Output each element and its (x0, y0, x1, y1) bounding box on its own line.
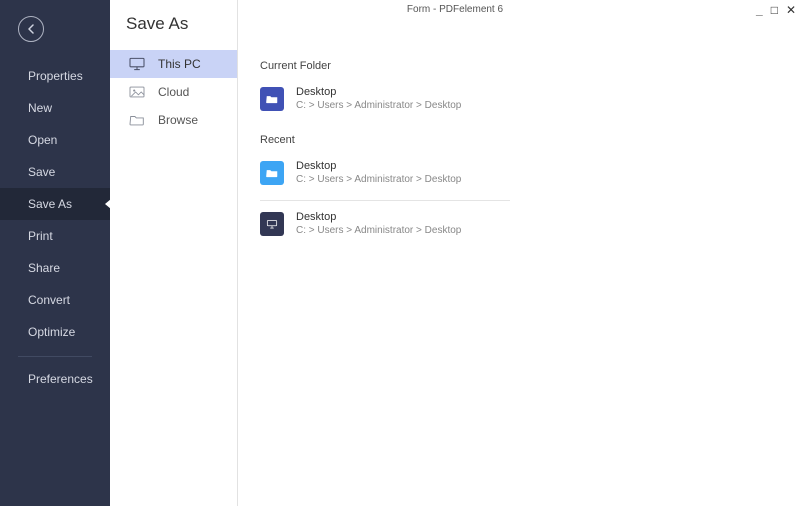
folder-light-icon (260, 161, 284, 185)
location-browse[interactable]: Browse (110, 106, 237, 134)
nav-label: Optimize (28, 325, 75, 339)
folder-name: Desktop (296, 86, 461, 99)
nav-optimize[interactable]: Optimize (0, 316, 110, 348)
monitor-dark-icon (260, 212, 284, 236)
nav-label: Properties (28, 69, 83, 83)
folder-text: Desktop C: > Users > Administrator > Des… (296, 160, 461, 186)
nav-label: Preferences (28, 372, 93, 386)
folder-filled-icon (260, 87, 284, 111)
minimize-icon[interactable]: _ (756, 0, 763, 20)
folder-name: Desktop (296, 160, 461, 173)
loc-label: Browse (158, 113, 198, 127)
folder-recent-2[interactable]: Desktop C: > Users > Administrator > Des… (260, 207, 778, 245)
nav-label: New (28, 101, 52, 115)
nav-open[interactable]: Open (0, 124, 110, 156)
picture-icon (128, 85, 146, 99)
chevron-left-icon (26, 24, 36, 34)
sidebar-divider (18, 356, 92, 357)
recent-divider (260, 200, 510, 201)
window-title-text: Form - PDFelement 6 (407, 4, 503, 15)
monitor-icon (128, 57, 146, 71)
nav-print[interactable]: Print (0, 220, 110, 252)
window-title: Form - PDFelement 6 (110, 0, 800, 20)
back-button[interactable] (18, 16, 44, 42)
maximize-icon[interactable]: □ (771, 0, 778, 20)
folder-text: Desktop C: > Users > Administrator > Des… (296, 211, 461, 237)
loc-label: Cloud (158, 85, 189, 99)
location-cloud[interactable]: Cloud (110, 78, 237, 106)
nav-properties[interactable]: Properties (0, 60, 110, 92)
location-panel: Save As This PC Cloud Browse (110, 0, 238, 506)
folder-text: Desktop C: > Users > Administrator > Des… (296, 86, 461, 112)
current-folder-heading: Current Folder (260, 60, 778, 72)
nav-new[interactable]: New (0, 92, 110, 124)
loc-label: This PC (158, 57, 201, 71)
folder-path: C: > Users > Administrator > Desktop (296, 224, 461, 237)
nav-save[interactable]: Save (0, 156, 110, 188)
location-this-pc[interactable]: This PC (110, 50, 237, 78)
window-controls: _ □ ✕ (756, 0, 796, 20)
folder-name: Desktop (296, 211, 461, 224)
folder-path: C: > Users > Administrator > Desktop (296, 173, 461, 186)
nav-share[interactable]: Share (0, 252, 110, 284)
nav-preferences[interactable]: Preferences (0, 363, 110, 395)
folder-recent-1[interactable]: Desktop C: > Users > Administrator > Des… (260, 156, 778, 194)
nav-label: Save As (28, 197, 72, 211)
folder-current[interactable]: Desktop C: > Users > Administrator > Des… (260, 82, 778, 120)
folder-path: C: > Users > Administrator > Desktop (296, 99, 461, 112)
file-sidebar: Properties New Open Save Save As Print S… (0, 0, 110, 506)
close-icon[interactable]: ✕ (786, 0, 796, 20)
recent-heading: Recent (260, 134, 778, 146)
nav-label: Save (28, 165, 55, 179)
main-content: Current Folder Desktop C: > Users > Admi… (238, 0, 800, 506)
nav-convert[interactable]: Convert (0, 284, 110, 316)
nav-label: Share (28, 261, 60, 275)
nav-label: Convert (28, 293, 70, 307)
nav-label: Print (28, 229, 53, 243)
nav-label: Open (28, 133, 57, 147)
folder-icon (128, 113, 146, 127)
nav-save-as[interactable]: Save As (0, 188, 110, 220)
